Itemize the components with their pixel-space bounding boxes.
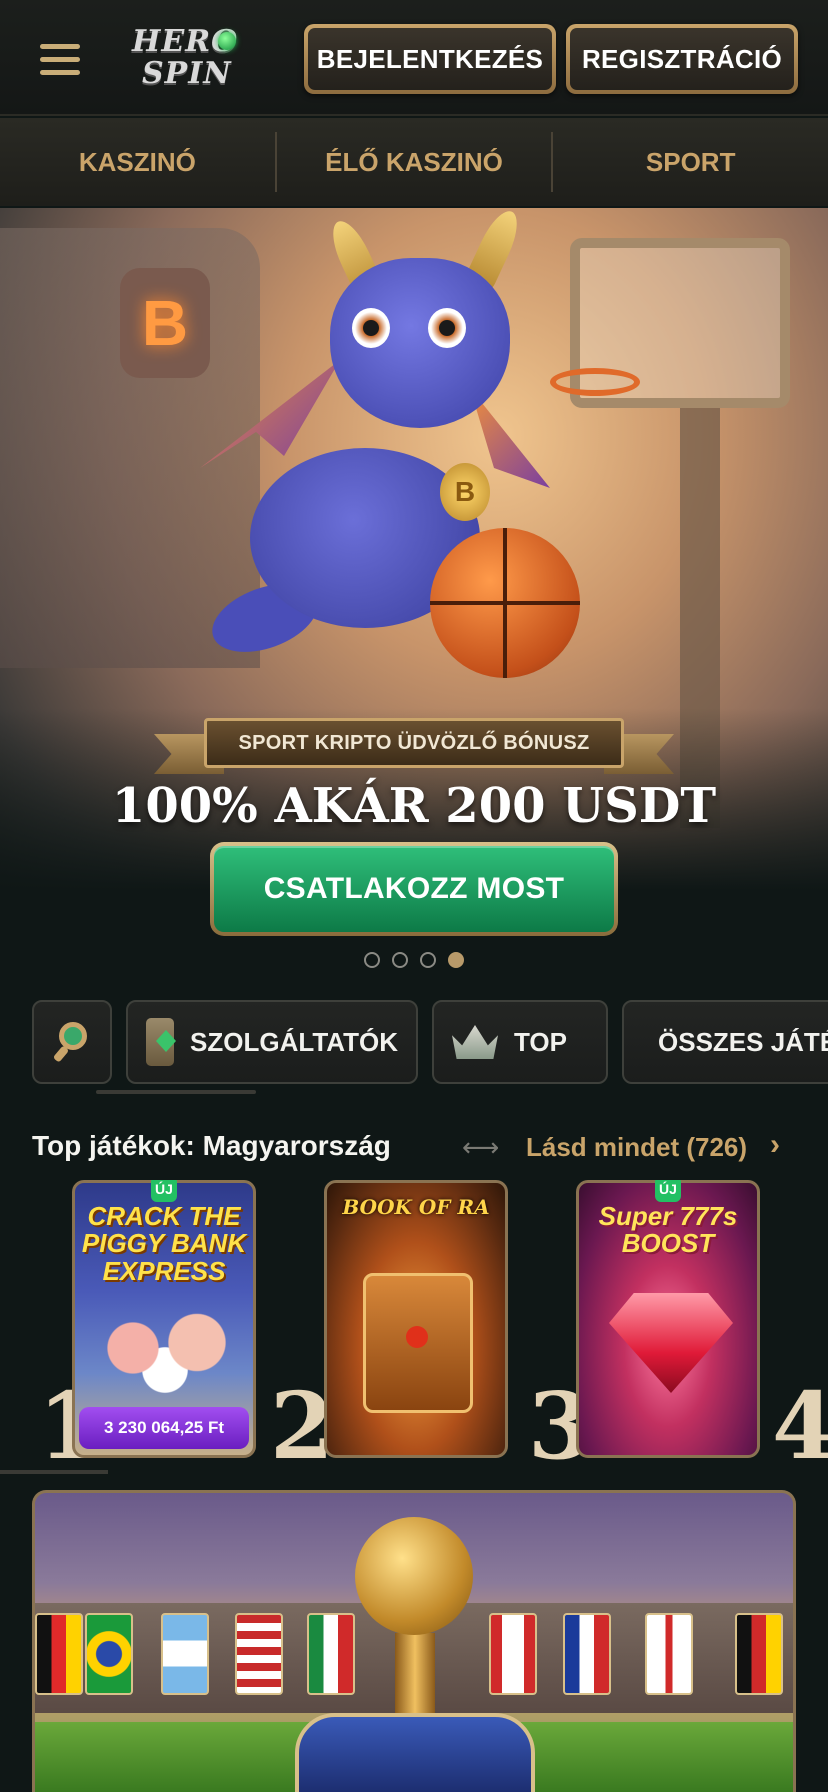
basketball [430, 528, 580, 678]
menu-icon[interactable] [40, 44, 80, 76]
top-filter[interactable]: TOP [432, 1000, 608, 1084]
game-tile[interactable]: CRACK THE PIGGY BANK EXPRESS 3 230 064,2… [72, 1180, 256, 1458]
basketball-hoop [550, 368, 640, 396]
trophy-stem [395, 1633, 435, 1723]
game-artwork [609, 1293, 733, 1393]
all-games-filter[interactable]: ÖSSZES JÁTÉK [622, 1000, 828, 1084]
ribbon-text: SPORT KRIPTO ÜDVÖZLŐ BÓNUSZ [204, 718, 624, 768]
swipe-arrows-icon: ⟷ [462, 1132, 499, 1162]
promo-banner[interactable] [32, 1490, 796, 1792]
flag [161, 1613, 209, 1695]
login-button[interactable]: BEJELENTKEZÉS [304, 24, 556, 94]
game-artwork [363, 1273, 473, 1413]
top-label: TOP [514, 1026, 567, 1057]
game-title: Super 777s BOOST [598, 1201, 738, 1259]
new-badge: ÚJ [655, 1180, 681, 1202]
flag [235, 1613, 283, 1695]
logo-gem-icon [218, 32, 236, 50]
section-title: Top játékok: Magyarország [32, 1130, 391, 1161]
game-title: CRACK THE PIGGY BANK EXPRESS [81, 1201, 247, 1286]
category-filters: SZOLGÁLTATÓK TOP ÖSSZES JÁTÉK [32, 1000, 828, 1084]
game-artwork [85, 1293, 245, 1403]
carousel-dot[interactable] [392, 952, 408, 968]
tab-casino[interactable]: KASZINÓ [0, 118, 275, 206]
trophy-icon [355, 1517, 473, 1635]
all-games-label: ÖSSZES JÁTÉK [658, 1026, 828, 1057]
dragon-eye [352, 308, 390, 348]
dragon-eye [428, 308, 466, 348]
jackpot-badge: 3 230 064,25 Ft [79, 1407, 249, 1449]
top-games-carousel: 1 CRACK THE PIGGY BANK EXPRESS 3 230 064… [0, 1180, 828, 1464]
tab-live-casino[interactable]: ÉLŐ KASZINÓ [277, 118, 552, 206]
register-button-label: REGISZTRÁCIÓ [570, 28, 794, 90]
join-now-label: CSATLAKOZZ MOST [214, 846, 614, 932]
flag [735, 1613, 783, 1695]
flag [307, 1613, 355, 1695]
logo-line2: SPIN [142, 56, 232, 91]
bonus-ribbon: SPORT KRIPTO ÜDVÖZLŐ BÓNUSZ [154, 718, 674, 782]
search-button[interactable] [32, 1000, 112, 1084]
register-button[interactable]: REGISZTRÁCIÓ [566, 24, 798, 94]
flag [645, 1613, 693, 1695]
new-badge: ÚJ [151, 1180, 177, 1202]
flag [489, 1613, 537, 1695]
hero-banner[interactable]: B B SPORT KRIPTO ÜDVÖZLŐ BÓNUSZ 100% AKÁ… [0, 208, 828, 968]
game-title: BOOK OF RA [342, 1195, 490, 1219]
carousel-dot-active[interactable] [448, 952, 464, 968]
see-all-link[interactable]: Lásd mindet (726) [526, 1132, 747, 1163]
crown-icon [452, 1025, 498, 1059]
games-scroll-indicator [0, 1470, 108, 1474]
join-now-button[interactable]: CSATLAKOZZ MOST [210, 842, 618, 936]
bitcoin-sign-icon: B [120, 268, 210, 378]
providers-filter[interactable]: SZOLGÁLTATÓK [126, 1000, 418, 1084]
carousel-dot[interactable] [420, 952, 436, 968]
chevron-right-icon[interactable]: › [770, 1128, 780, 1162]
main-nav: KASZINÓ ÉLŐ KASZINÓ SPORT [0, 118, 828, 206]
header: HERO SPIN BEJELENTKEZÉS REGISZTRÁCIÓ [0, 0, 828, 116]
bitcoin-medal-icon: B [440, 463, 490, 521]
dragon-head [330, 258, 510, 428]
flag [85, 1613, 133, 1695]
flag [563, 1613, 611, 1695]
rank-number: 4 [772, 1372, 828, 1464]
logo[interactable]: HERO SPIN [128, 24, 248, 94]
carousel-dot[interactable] [364, 952, 380, 968]
flag [35, 1613, 83, 1695]
carousel-dots [364, 952, 464, 968]
trophy-pedestal [295, 1713, 535, 1792]
game-tile[interactable]: Super 777s BOOST [576, 1180, 760, 1458]
filters-scroll-indicator [96, 1090, 256, 1094]
tab-sport[interactable]: SPORT [553, 118, 828, 206]
top-games-header: Top játékok: Magyarország ⟷ Lásd mindet … [32, 1124, 802, 1172]
book-gem-icon [146, 1018, 175, 1066]
game-tile[interactable]: BOOK OF RA [324, 1180, 508, 1458]
hero-title: 100% AKÁR 200 USDT [111, 778, 717, 834]
login-button-label: BEJELENTKEZÉS [308, 28, 552, 90]
search-icon [52, 1022, 89, 1063]
providers-label: SZOLGÁLTATÓK [190, 1026, 398, 1057]
